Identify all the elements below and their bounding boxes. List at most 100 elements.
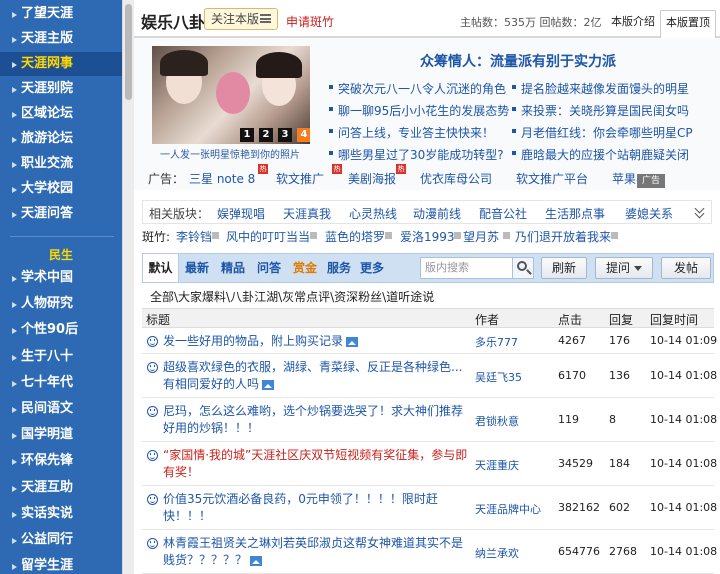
photo-caption[interactable]: 一人发一张明星惊艳到你的照片 xyxy=(160,146,300,161)
post-title-link[interactable]: 林青霞王祖贤关之琳刘若英邱淑贞这帮女神难道其实不是贱货？？？？？ xyxy=(163,535,473,569)
sidebar-item[interactable]: 公益同行 xyxy=(0,528,122,552)
sidebar-item[interactable]: 学术中国 xyxy=(0,266,122,290)
feature-link-text: 鹿晗最大的应援个站朝鹿疑关闭 xyxy=(521,148,690,162)
ad-link[interactable]: 软文推广 xyxy=(276,170,324,187)
post-author-link[interactable]: 天涯品牌中心 xyxy=(475,501,541,517)
hot-badge-icon: 热 xyxy=(332,164,342,174)
sidebar-item[interactable]: 了望天涯 xyxy=(0,2,122,26)
photo-page-4[interactable]: 4 xyxy=(297,128,310,142)
table-row[interactable]: “家国情·我的城”天涯社区庆双节短视频有奖征集，参与即有奖！ 天涯重庆 34529 1… xyxy=(142,442,717,486)
related-board-link[interactable]: 娱弹现唱 xyxy=(217,205,265,222)
post-button[interactable]: 发帖 xyxy=(661,257,711,279)
sidebar-item[interactable]: 天涯别院 xyxy=(0,77,122,101)
post-title-link[interactable]: 超级喜欢绿色的衣服，湖绿、青菜绿、反正是各种绿色...有相同爱好的人吗 xyxy=(163,359,473,393)
feature-link[interactable]: 哪些男星过了30岁能成功转型? xyxy=(329,146,504,163)
sidebar-item[interactable]: 个性90后 xyxy=(0,318,122,342)
feature-link[interactable]: 突破次元八一八令人沉迷的角色 xyxy=(329,80,506,97)
sidebar-item[interactable]: 区域论坛 xyxy=(0,102,122,126)
feature-link[interactable]: 月老借红线：你会牵哪些明星CP xyxy=(512,124,693,141)
post-author-link[interactable]: 天涯重庆 xyxy=(475,457,519,473)
post-reply-time: 10-14 01:08 xyxy=(650,501,718,514)
sidebar-scrollbar[interactable] xyxy=(122,0,134,574)
related-board-link[interactable]: 天涯真我 xyxy=(283,205,331,222)
tab-2[interactable]: 精品 xyxy=(215,254,251,282)
search-button[interactable] xyxy=(512,257,534,279)
sidebar-item[interactable]: 天涯互助 xyxy=(0,476,122,500)
table-row[interactable]: 尼玛，怎么这么难哟，选个炒锅要选哭了！求大神们推荐好用的炒锅！！！ 君锁秋意 119… xyxy=(142,398,717,442)
board-top-tab[interactable]: 本版置顶 xyxy=(660,10,716,38)
post-author-link[interactable]: 多乐777 xyxy=(475,334,518,350)
smile-icon xyxy=(147,494,158,505)
post-title-link[interactable]: 发一些好用的物品，附上购买记录 xyxy=(163,333,473,350)
post-author-link[interactable]: 纳兰承欢 xyxy=(475,545,519,561)
sidebar-item[interactable]: 人物研究 xyxy=(0,292,122,316)
category-filter[interactable]: 全部\大家爆料\八卦江湖\灰常点评\资深粉丝\道听途说 xyxy=(150,288,434,305)
ask-button[interactable]: 提问 xyxy=(595,257,653,279)
sidebar-item[interactable]: 天涯问答 xyxy=(0,202,122,226)
post-title-link[interactable]: 价值35元饮酒必备良药，0元申领了！！！！限时赶快！！！ xyxy=(163,491,473,525)
feature-link[interactable]: 鹿晗最大的应援个站朝鹿疑关闭 xyxy=(512,146,690,163)
related-board-link[interactable]: 生活那点事 xyxy=(545,205,605,222)
ad-link[interactable]: 三星 note 8 xyxy=(189,170,255,187)
moderator-link[interactable]: 望月苏 xyxy=(463,228,499,245)
sidebar-item[interactable]: 实话实说 xyxy=(0,502,122,526)
tab-1[interactable]: 最新 xyxy=(179,254,215,282)
photo-page-1[interactable]: 1 xyxy=(240,128,254,142)
tab-0[interactable]: 默认 xyxy=(143,254,179,282)
post-title-text: 价值35元饮酒必备良药，0元申领了！！！！限时赶快！！！ xyxy=(163,492,438,523)
sidebar-item[interactable]: 国学明道 xyxy=(0,423,122,447)
feature-link[interactable]: 来投票：关晓彤算是国民闺女吗 xyxy=(512,102,689,119)
ad-link[interactable]: 美剧海报 xyxy=(348,170,396,187)
expand-more-icon[interactable] xyxy=(695,205,705,221)
feature-link[interactable]: 聊一聊95后小小花生的发展态势 xyxy=(329,102,509,119)
table-row[interactable]: 发一些好用的物品，附上购买记录 多乐777 4267 176 10-14 01:09 xyxy=(142,328,717,354)
moderator-link[interactable]: 爱洛1993 xyxy=(400,228,455,245)
follow-board-button[interactable]: 关注本版 xyxy=(204,8,278,30)
post-author-link[interactable]: 吴廷飞35 xyxy=(475,369,522,385)
moderator-link[interactable]: 乃们退开放着我来 xyxy=(515,228,611,245)
ad-link[interactable]: 优衣库母公司 xyxy=(420,170,492,187)
moderator-link[interactable]: 蓝色的塔罗 xyxy=(325,228,385,245)
post-title-link[interactable]: “家国情·我的城”天涯社区庆双节短视频有奖征集，参与即有奖！ xyxy=(163,447,473,481)
post-title-link[interactable]: 尼玛，怎么这么难哟，选个炒锅要选哭了！求大神们推荐好用的炒锅！！！ xyxy=(163,403,473,437)
feature-link[interactable]: 提名脸越来越像发面馒头的明星 xyxy=(512,80,689,97)
bullet-icon xyxy=(512,107,516,111)
sidebar-item[interactable]: 天涯主版 xyxy=(0,27,122,51)
tab-3[interactable]: 问答 xyxy=(251,254,287,282)
related-board-link[interactable]: 心灵热线 xyxy=(349,205,397,222)
photo-face-blurred xyxy=(216,72,250,114)
sidebar-item[interactable]: 职业交流 xyxy=(0,152,122,176)
refresh-button[interactable]: 刷新 xyxy=(541,257,587,279)
ad-link[interactable]: 软文推广平台 xyxy=(516,170,588,187)
board-intro-tab[interactable]: 本版介绍 xyxy=(606,10,660,34)
sidebar-item[interactable]: 大学校园 xyxy=(0,177,122,201)
moderator-link[interactable]: 风中的叮叮当当 xyxy=(226,228,310,245)
col-replies: 回复 xyxy=(609,313,634,327)
sidebar-item[interactable]: 生于八十 xyxy=(0,345,122,369)
sidebar-item[interactable]: 旅游论坛 xyxy=(0,127,122,151)
table-row[interactable]: 价值35元饮酒必备良药，0元申领了！！！！限时赶快！！！ 天涯品牌中心 382162… xyxy=(142,486,718,530)
sidebar-item[interactable]: 天涯网事 xyxy=(0,52,122,76)
related-board-link[interactable]: 动漫前线 xyxy=(413,205,461,222)
sidebar-item[interactable]: 环保先锋 xyxy=(0,449,122,473)
featured-photo[interactable]: 1234 xyxy=(152,46,310,144)
feature-headline[interactable]: 众筹情人：流量派有别于实力派 xyxy=(420,51,616,71)
sidebar-item[interactable]: 七十年代 xyxy=(0,371,122,395)
moderator-link[interactable]: 李铃铛 xyxy=(176,228,212,245)
tab-4[interactable]: 赏金 xyxy=(287,254,323,282)
table-row[interactable]: 林青霞王祖贤关之琳刘若英邱淑贞这帮女神难道其实不是贱货？？？？？ 纳兰承欢 6547… xyxy=(142,530,717,574)
post-author-link[interactable]: 君锁秋意 xyxy=(475,413,519,429)
tab-6[interactable]: 更多 xyxy=(355,254,389,282)
sidebar-item[interactable]: 民间语文 xyxy=(0,397,122,421)
table-row[interactable]: 超级喜欢绿色的衣服，湖绿、青菜绿、反正是各种绿色...有相同爱好的人吗 吴廷飞35… xyxy=(142,354,717,398)
apply-moderator-link[interactable]: 申请斑竹 xyxy=(286,13,334,30)
feature-link[interactable]: 问答上线，专业答主快快来！ xyxy=(329,124,494,141)
photo-page-2[interactable]: 2 xyxy=(259,128,273,142)
photo-page-3[interactable]: 3 xyxy=(278,128,292,142)
sidebar-scrollbar-thumb[interactable] xyxy=(125,4,132,100)
related-board-link[interactable]: 婆媳关系 xyxy=(625,205,673,222)
tab-5[interactable]: 服务 xyxy=(323,254,355,282)
related-board-link[interactable]: 配音公社 xyxy=(479,205,527,222)
sidebar-item[interactable]: 留学生涯 xyxy=(0,554,122,574)
post-clicks: 6170 xyxy=(558,369,586,382)
